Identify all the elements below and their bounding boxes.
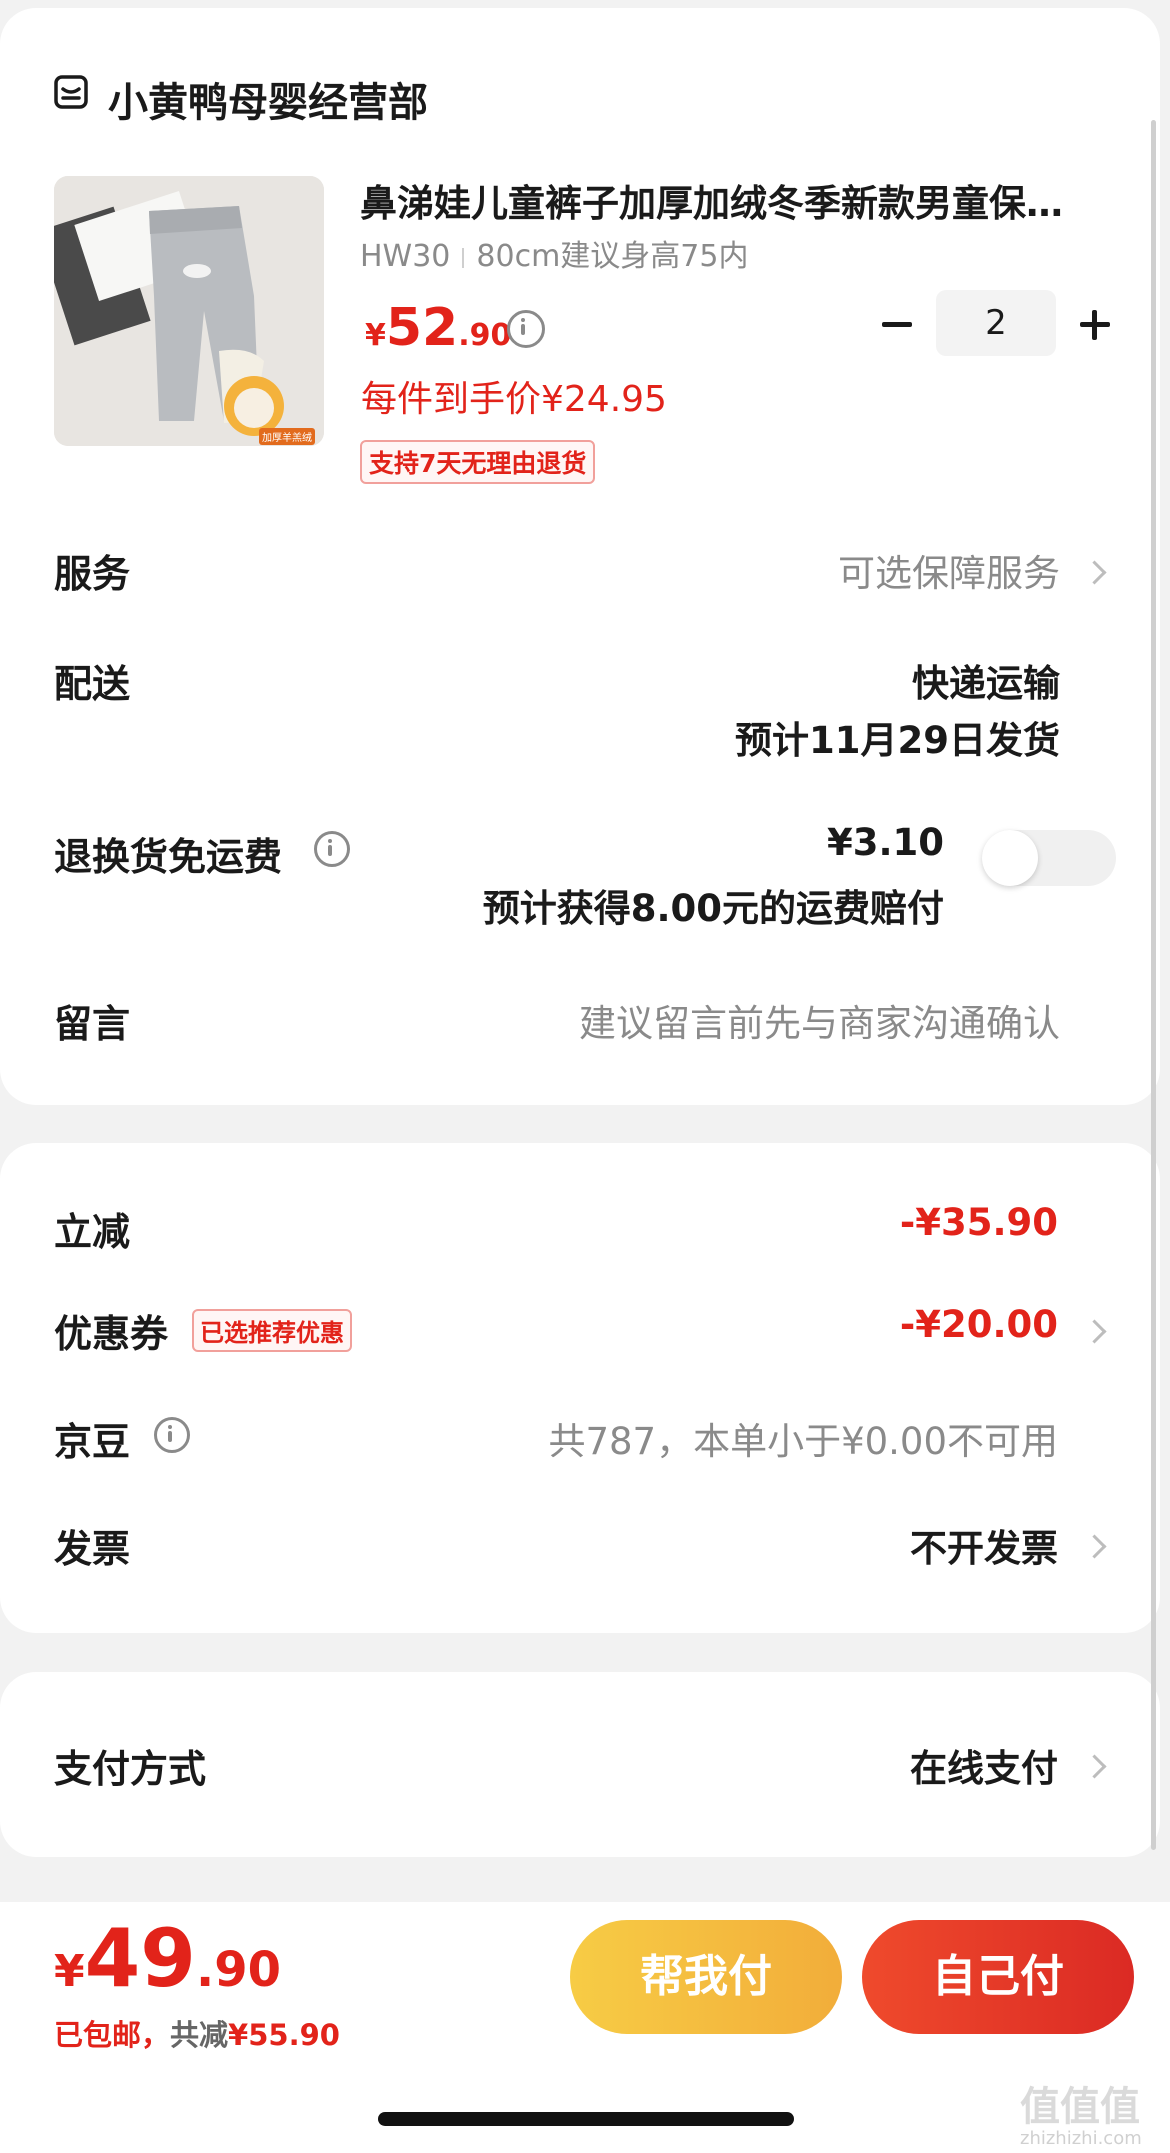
product-sku[interactable]: HW30 80cm建议身高75内 <box>360 231 748 275</box>
service-chevron-icon[interactable] <box>1082 560 1107 585</box>
invoice-value[interactable]: 不开发票 <box>910 1518 1058 1572</box>
jingdou-value: 共787，本单小于¥0.00不可用 <box>548 1420 1058 1463</box>
sku-desc: 80cm建议身高75内 <box>476 239 749 274</box>
return-shipping-label: 退换货免运费 <box>54 835 283 879</box>
instant-discount-value: -¥35.90 <box>899 1201 1058 1244</box>
sku-code: HW30 <box>360 239 451 274</box>
message-input[interactable]: 建议留言前先与商家沟通确认 <box>579 993 1060 1047</box>
total-integer: 49 <box>84 1912 196 2005</box>
delivery-method[interactable]: 快递运输 <box>912 653 1060 707</box>
total-price: ¥49.90 <box>54 1912 281 2005</box>
total-decimal: .90 <box>195 1942 281 1998</box>
jingdou-info-icon[interactable] <box>154 1417 190 1453</box>
service-label: 服务 <box>54 552 131 596</box>
price-integer: 52 <box>385 298 459 358</box>
jingdou-label: 京豆 <box>54 1420 131 1464</box>
message-label: 留言 <box>54 1002 131 1046</box>
service-value[interactable]: 可选保障服务 <box>838 543 1060 597</box>
discounts-card: 立减 -¥35.90 优惠券 已选推荐优惠 -¥20.00 京豆 共787，本单… <box>0 1143 1160 1633</box>
coupon-label: 优惠券 <box>54 1312 169 1356</box>
self-pay-button[interactable]: 自己付 <box>862 1920 1134 2034</box>
payment-method-value[interactable]: 在线支付 <box>910 1738 1058 1792</box>
coupon-chevron-icon[interactable] <box>1082 1319 1107 1344</box>
price-info-icon[interactable] <box>507 310 545 348</box>
watermark-logo: 值值值 <box>1020 2084 1140 2130</box>
payment-card: 支付方式 在线支付 <box>0 1672 1160 1857</box>
help-pay-button[interactable]: 帮我付 <box>570 1920 842 2034</box>
coupon-tag: 已选推荐优惠 <box>192 1309 352 1352</box>
quantity-input[interactable]: 2 <box>936 290 1056 356</box>
store-icon <box>53 74 89 110</box>
delivery-eta: 预计11月29日发货 <box>735 719 1060 762</box>
saved-value: ¥55.90 <box>228 2018 340 2052</box>
return-shipping-desc: 预计获得8.00元的运费赔付 <box>482 887 944 930</box>
coupon-value[interactable]: -¥20.00 <box>900 1303 1058 1346</box>
return-shipping-toggle[interactable] <box>982 830 1116 886</box>
total-symbol: ¥ <box>54 1946 85 1997</box>
return-shipping-price: ¥3.10 <box>826 821 944 864</box>
invoice-chevron-icon[interactable] <box>1082 1534 1107 1559</box>
thumbnail-badge: 加厚羊羔绒 <box>259 428 315 445</box>
checkout-bar: ¥49.90 已包邮，共减¥55.90 帮我付 自己付 值值值 zhizhizh… <box>0 1902 1170 2153</box>
quantity-decrease-button[interactable] <box>880 308 914 342</box>
return-policy-tag: 支持7天无理由退货 <box>360 440 596 484</box>
home-indicator <box>378 2112 794 2126</box>
sku-divider <box>462 247 465 268</box>
price-decimal: .90 <box>458 318 512 353</box>
payment-method-label: 支付方式 <box>54 1747 207 1791</box>
total-summary: 已包邮，共减¥55.90 <box>54 2012 340 2054</box>
product-title[interactable]: 鼻涕娃儿童裤子加厚加绒冬季新款男童保… <box>360 173 1120 227</box>
product-price: ¥52.90 <box>365 298 511 358</box>
price-symbol: ¥ <box>365 318 386 353</box>
quantity-increase-button[interactable] <box>1078 308 1112 342</box>
payment-chevron-icon[interactable] <box>1082 1754 1107 1779</box>
delivery-label: 配送 <box>54 662 131 706</box>
order-info-card: 小黄鸭母婴经营部 加厚羊羔绒 鼻涕娃儿童裤子加厚加绒冬季新款男童保… HW30 8… <box>0 8 1160 1105</box>
toggle-knob <box>982 830 1038 886</box>
return-shipping-info-icon[interactable] <box>314 831 350 867</box>
unit-price-label: 每件到手价¥24.95 <box>361 379 667 420</box>
shop-name[interactable]: 小黄鸭母婴经营部 <box>108 70 428 128</box>
invoice-label: 发票 <box>54 1527 131 1571</box>
saved-label: 共减 <box>170 2018 229 2052</box>
product-thumbnail[interactable]: 加厚羊羔绒 <box>54 176 324 446</box>
scrollbar[interactable] <box>1151 120 1156 1850</box>
watermark-url: zhizhizhi.com <box>1020 2128 1142 2149</box>
shipping-note: 已包邮， <box>54 2018 171 2052</box>
instant-discount-label: 立减 <box>54 1210 131 1254</box>
